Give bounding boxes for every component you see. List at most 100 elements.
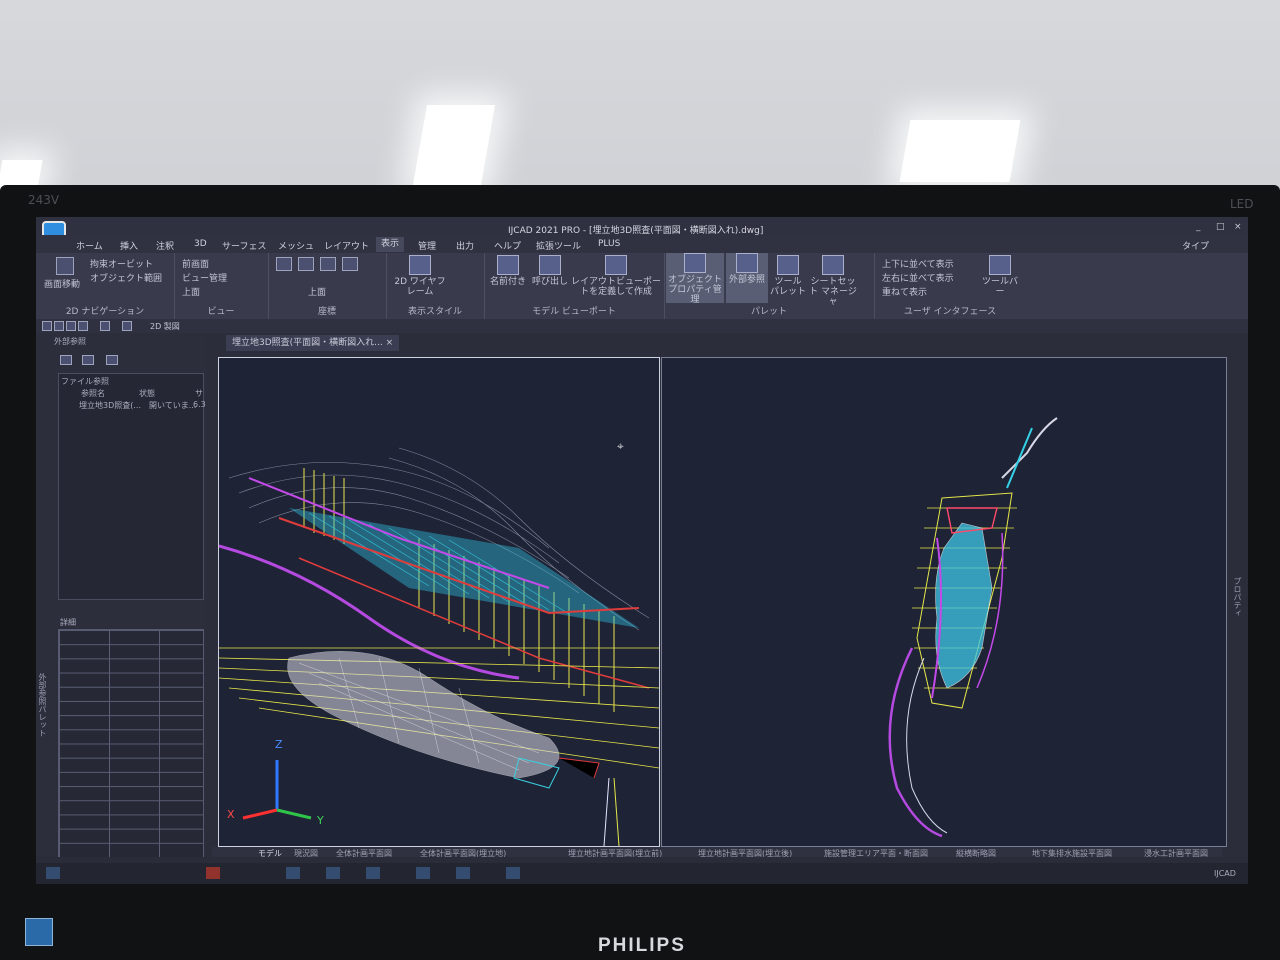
viewport-plan[interactable] [661, 357, 1227, 847]
wireframe-label: 2D ワイヤフレーム [394, 277, 446, 297]
toolbar-label: ツールバー [981, 277, 1018, 297]
screen: IJCAD 2021 PRO - [埋立地3D照査(平面図・横断図入れ).dwg… [36, 217, 1248, 884]
workspace-select[interactable]: 2D 製図 [150, 321, 180, 332]
cascade-button[interactable]: 重ねて表示 [882, 285, 927, 298]
sheetset-manager-button[interactable]: シートセット マネージャ [808, 255, 858, 307]
save-icon[interactable] [66, 321, 76, 331]
taskbar-app-icon[interactable] [286, 867, 300, 879]
tab-manage[interactable]: 管理 [418, 239, 436, 252]
start-icon[interactable] [46, 867, 60, 879]
tab-layout[interactable]: レイアウト [324, 239, 369, 252]
open-file-icon[interactable] [54, 321, 64, 331]
column-status[interactable]: 状態 [139, 388, 155, 399]
tab-extensions[interactable]: 拡張ツール [536, 239, 581, 252]
axis-y-label: Y [317, 814, 324, 827]
ucs-icon[interactable] [320, 257, 336, 271]
document-tab[interactable]: 埋立地3D照査(平面図・横断図入れ... × [226, 335, 400, 351]
details-grid [58, 629, 204, 859]
taskbar-app-icon[interactable] [326, 867, 340, 879]
view-manager-button[interactable]: ビュー管理 [182, 271, 227, 284]
refresh-icon[interactable] [82, 355, 94, 365]
group-label: モデル ビューポート [532, 307, 616, 317]
ceiling-light-right [899, 120, 1021, 182]
group-model-viewports: 名前付き 呼び出し レイアウトビューポートを定義して作成 モデル ビューポート [484, 253, 665, 319]
tab-home[interactable]: ホーム [76, 239, 103, 252]
named-label: 名前付き [489, 277, 526, 287]
object-properties-button[interactable]: オブジェクト プロパティ管理 [666, 253, 724, 305]
tab-surface[interactable]: サーフェス [222, 239, 266, 252]
tool-palette-button[interactable]: ツール パレット [770, 255, 806, 297]
toolbar-button[interactable]: ツールバー [978, 255, 1022, 297]
group-label: パレット [750, 307, 787, 317]
xref-icon [736, 253, 758, 273]
tab-plus[interactable]: PLUS [598, 239, 620, 249]
pan-icon [56, 257, 74, 275]
cad-3d-drawing: ⌖ [219, 439, 659, 846]
file-references-header: ファイル参照 [61, 377, 109, 386]
ucs-top-select[interactable]: 上面 [308, 285, 326, 298]
xref-palette-button[interactable]: 外部参照 [726, 253, 768, 303]
properties-icon [684, 253, 706, 273]
extents-button[interactable]: オブジェクト範囲 [90, 271, 162, 284]
ucs-icon[interactable] [298, 257, 314, 271]
toolbar-icon [989, 255, 1011, 275]
column-size[interactable]: サ [195, 388, 203, 399]
ceiling-light-left [412, 105, 496, 185]
objprop-label: オブジェクト プロパティ管理 [667, 275, 722, 305]
redo-icon[interactable] [122, 321, 132, 331]
tab-view[interactable]: 表示 [376, 237, 405, 252]
properties-side-tab[interactable]: プロパティ [1232, 577, 1243, 617]
ribbon-tabs: ホーム 挿入 注釈 3D サーフェス メッシュ レイアウト 表示 管理 出力 ヘ… [36, 235, 1248, 253]
minimize-button[interactable]: _ [1196, 222, 1201, 232]
ucs-icon[interactable] [276, 257, 292, 271]
restore-viewport-button[interactable]: 呼び出し [530, 255, 570, 287]
named-viewports-button[interactable]: 名前付き [488, 255, 528, 287]
create-viewport-button[interactable]: レイアウトビューポートを定義して作成 [570, 255, 662, 297]
group-coordinates: 上面 座標 [268, 253, 387, 319]
tab-help[interactable]: ヘルプ [494, 239, 521, 252]
maximize-button[interactable]: □ [1216, 222, 1225, 232]
group-visual-style: 2D ワイヤフレーム 表示スタイル [386, 253, 485, 319]
pan-button[interactable]: 画面移動 [44, 277, 80, 290]
ceiling-light-corner [0, 160, 43, 188]
led-label: LED [1230, 197, 1254, 211]
ribbon: 画面移動 拘束オービット オブジェクト範囲 2D ナビゲーション 前画面 ビュー… [36, 253, 1248, 319]
ucs-icon[interactable] [342, 257, 358, 271]
tile-vertical-button[interactable]: 左右に並べて表示 [882, 271, 954, 284]
column-name[interactable]: 参照名 [81, 388, 105, 399]
tab-output[interactable]: 出力 [456, 239, 474, 252]
wireframe-icon [409, 255, 431, 275]
taskbar-app-icon[interactable] [456, 867, 470, 879]
tab-mesh[interactable]: メッシュ [278, 239, 314, 252]
print-icon[interactable] [78, 321, 88, 331]
search-label[interactable]: タイプ [1182, 239, 1209, 252]
attach-icon[interactable] [60, 355, 72, 365]
tool-label: ツール パレット [770, 277, 807, 297]
taskbar-app-icon[interactable] [366, 867, 380, 879]
xref-row-size: 6.3 [193, 400, 206, 409]
close-button[interactable]: × [1234, 222, 1242, 232]
taskbar-app-icon[interactable] [206, 867, 220, 879]
new-file-icon[interactable] [42, 321, 52, 331]
energy-star-logo [25, 918, 53, 946]
tab-3d[interactable]: 3D [194, 239, 207, 249]
xref-row-name[interactable]: 埋立地3D照査(... [79, 400, 141, 411]
brand-logo: PHILIPS [598, 935, 686, 956]
top-view-select[interactable]: 上面 [182, 285, 200, 298]
viewport-3d[interactable]: ⌖ Z X Y [218, 357, 660, 847]
group-label: 座標 [317, 307, 336, 317]
wireframe-button[interactable]: 2D ワイヤフレーム [390, 255, 450, 297]
previous-view-button[interactable]: 前画面 [182, 257, 209, 270]
orbit-button[interactable]: 拘束オービット [90, 257, 153, 270]
restore-icon [539, 255, 561, 275]
undo-icon[interactable] [100, 321, 110, 331]
xref-palette-side-tab[interactable]: 外部参照パレット [37, 673, 48, 737]
tile-horizontal-button[interactable]: 上下に並べて表示 [882, 257, 954, 270]
tab-annotate[interactable]: 注釈 [156, 239, 174, 252]
taskbar-app-icon[interactable] [506, 867, 520, 879]
taskbar-app-icon[interactable] [416, 867, 430, 879]
document-tab-label: 埋立地3D照査(平面図・横断図入れ... [232, 338, 383, 348]
layout-icon[interactable] [106, 355, 118, 365]
create-label: レイアウトビューポートを定義して作成 [570, 277, 661, 297]
tab-insert[interactable]: 挿入 [120, 239, 138, 252]
